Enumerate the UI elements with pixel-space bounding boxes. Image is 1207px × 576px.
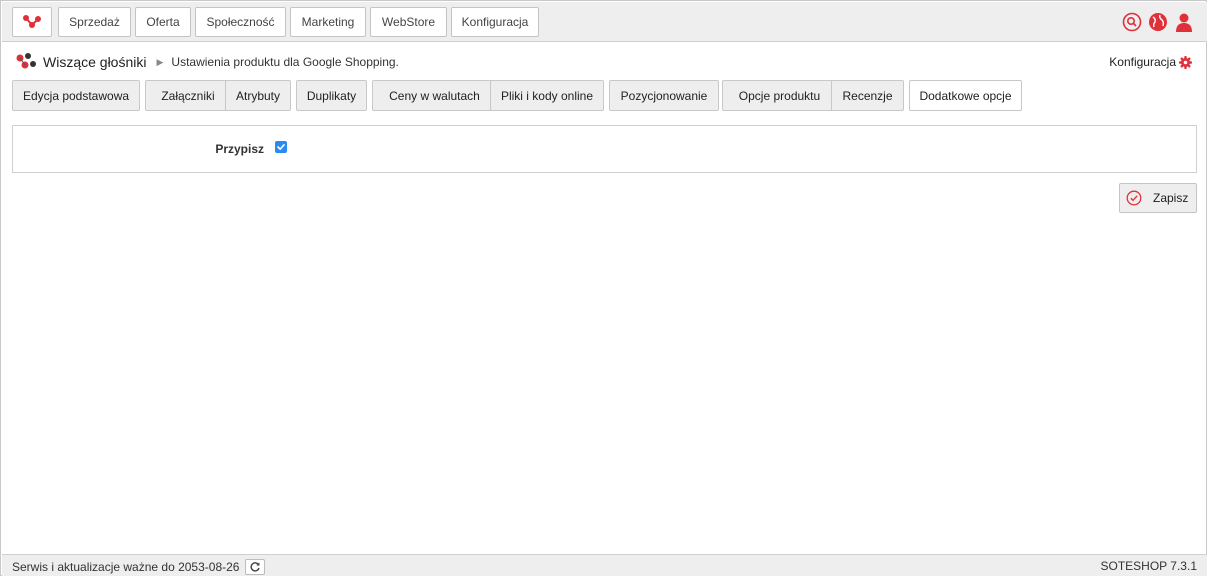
status-footer: Serwis i aktualizacje ważne do 2053-08-2… <box>2 554 1207 576</box>
assign-label: Przypisz <box>215 142 264 156</box>
breadcrumb-page-title: Ustawienia produktu dla Google Shopping. <box>171 55 399 69</box>
check-circle-icon <box>1126 190 1142 206</box>
user-icon[interactable] <box>1173 11 1195 33</box>
app-version: SOTESHOP 7.3.1 <box>1100 559 1198 573</box>
tab-pozycjonowanie[interactable]: Pozycjonowanie <box>609 80 719 111</box>
tab-opcje-produktu[interactable]: Opcje produktu <box>722 80 837 111</box>
nav-spolecznosc[interactable]: Społeczność <box>195 7 286 37</box>
tab-recenzje[interactable]: Recenzje <box>831 80 904 111</box>
nav-webstore[interactable]: WebStore <box>370 7 447 37</box>
options-form-panel: Przypisz <box>12 125 1197 173</box>
tab-ceny-w-walutach[interactable]: Ceny w walutach <box>372 80 497 111</box>
nav-oferta[interactable]: Oferta <box>135 7 191 37</box>
tab-pliki-i-kody-online[interactable]: Pliki i kody online <box>490 80 604 111</box>
app-window: Sprzedaż Oferta Społeczność Marketing We… <box>0 0 1207 576</box>
tab-edycja-podstawowa[interactable]: Edycja podstawowa <box>12 80 140 111</box>
nav-sprzedaz[interactable]: Sprzedaż <box>58 7 131 37</box>
save-button-label: Zapisz <box>1153 191 1189 205</box>
home-logo-button[interactable] <box>12 7 52 37</box>
nav-konfiguracja[interactable]: Konfiguracja <box>451 7 539 37</box>
configuration-link[interactable]: Konfiguracja <box>1109 55 1192 69</box>
tab-duplikaty[interactable]: Duplikaty <box>296 80 367 111</box>
refresh-button[interactable] <box>245 559 266 575</box>
nav-marketing[interactable]: Marketing <box>290 7 366 37</box>
refresh-icon <box>250 562 261 572</box>
globe-icon[interactable] <box>1147 11 1169 33</box>
soteshop-logo-icon <box>23 15 41 28</box>
breadcrumb-product-title[interactable]: Wiszące głośniki <box>43 54 146 70</box>
service-validity-text: Serwis i aktualizacje ważne do 2053-08-2… <box>12 560 240 574</box>
tab-atrybuty[interactable]: Atrybuty <box>225 80 291 111</box>
speaker-product-icon <box>16 53 36 69</box>
breadcrumb: Wiszące głośniki ▶ Ustawienia produktu d… <box>15 51 399 73</box>
save-button[interactable]: Zapisz <box>1119 183 1197 213</box>
assign-checkbox[interactable] <box>275 141 287 153</box>
tab-dodatkowe-opcje[interactable]: Dodatkowe opcje <box>909 80 1022 111</box>
configuration-link-label: Konfiguracja <box>1109 55 1176 69</box>
top-right-icons <box>1121 11 1195 33</box>
search-icon[interactable] <box>1121 11 1143 33</box>
tab-zalaczniki[interactable]: Załączniki <box>145 80 231 111</box>
top-navigation-bar: Sprzedaż Oferta Społeczność Marketing We… <box>2 2 1207 42</box>
service-info: Serwis i aktualizacje ważne do 2053-08-2… <box>12 559 266 575</box>
checkmark-icon <box>277 144 285 150</box>
breadcrumb-arrow-icon: ▶ <box>156 56 164 67</box>
gear-icon <box>1179 55 1192 69</box>
